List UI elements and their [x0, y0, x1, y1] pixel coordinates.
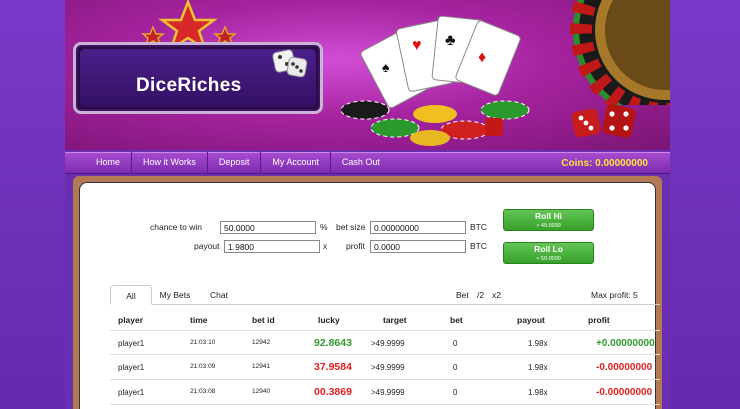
right-background: [670, 0, 740, 409]
svg-text:♠: ♠: [382, 59, 390, 75]
left-background: [0, 0, 65, 409]
cell-bet-id: 12940: [252, 388, 271, 395]
coins-label: Coins:: [561, 157, 593, 169]
cell-lucky: 37.9584: [314, 361, 352, 373]
profit-unit: BTC: [470, 241, 487, 251]
cell-profit: +0.00000000: [596, 338, 655, 349]
tabs-divider: [110, 304, 660, 305]
betsize-input[interactable]: [370, 221, 466, 234]
cell-target: >49.9999: [371, 363, 405, 372]
col-target: target: [383, 315, 407, 325]
poker-chips-icon: [340, 100, 530, 146]
cell-player: player1: [118, 339, 145, 348]
cell-player: player1: [118, 388, 145, 397]
payout-unit: x: [323, 241, 328, 251]
svg-text:♦: ♦: [478, 49, 486, 66]
nav-home[interactable]: Home: [65, 152, 133, 174]
cell-profit: -0.00000000: [596, 362, 653, 373]
col-lucky: lucky: [318, 315, 340, 325]
svg-text:♥: ♥: [412, 37, 422, 54]
cell-profit: -0.00000000: [596, 387, 653, 398]
cell-payout: 1.98x: [528, 339, 548, 348]
max-profit: Max profit: 5: [591, 290, 638, 300]
tab-my-bets[interactable]: My Bets: [158, 285, 192, 305]
col-profit: profit: [588, 315, 610, 325]
profit-label: profit: [346, 241, 365, 251]
row-divider: [110, 330, 660, 331]
cell-lucky: 92.8643: [314, 337, 352, 349]
cell-payout: 1.98x: [528, 363, 548, 372]
cell-time: 21:03:10: [190, 339, 216, 346]
col-bet-id: bet id: [252, 315, 275, 325]
row-divider: [110, 354, 660, 355]
tab-chat[interactable]: Chat: [200, 285, 238, 305]
coins-value: 0.00000000: [595, 157, 648, 169]
roll-hi-target: > 49.9999: [536, 223, 561, 229]
profit-input[interactable]: [370, 240, 466, 253]
roll-hi-button[interactable]: Roll Hi > 49.9999: [503, 209, 594, 231]
col-player: player: [118, 315, 144, 325]
roulette-wheel-icon: [570, 0, 670, 105]
cell-bet: 0: [453, 339, 458, 348]
chance-unit: %: [320, 222, 328, 232]
payout-input[interactable]: [224, 240, 320, 253]
brand-name: DiceRiches: [136, 75, 242, 96]
roll-lo-label: Roll Lo: [534, 244, 563, 254]
dice-panel: chance to win % bet size BTC payout x pr…: [79, 182, 660, 409]
cell-bet: 0: [453, 388, 458, 397]
cell-bet: 0: [453, 363, 458, 372]
page-wrapper: DiceRiches ♥ ♣ ♦ ♠ Home How it Works Dep…: [65, 0, 670, 409]
cell-payout: 1.98x: [528, 388, 548, 397]
betsize-unit: BTC: [470, 222, 487, 232]
bet-half-button[interactable]: /2: [477, 290, 484, 300]
coins-balance: Coins: 0.00000000: [561, 158, 648, 169]
dice-icon: [272, 49, 308, 78]
payout-label: payout: [194, 241, 220, 251]
nav-how-it-works[interactable]: How it Works: [132, 152, 208, 174]
bet-label: Bet: [456, 290, 469, 300]
betsize-label: bet size: [336, 222, 366, 232]
row-divider: [110, 404, 660, 405]
chance-input[interactable]: [220, 221, 316, 234]
cell-bet-id: 12941: [252, 363, 271, 370]
nav-cash-out[interactable]: Cash Out: [331, 152, 391, 174]
bet-double-button[interactable]: x2: [492, 290, 501, 300]
roll-lo-target: < 50.0000: [536, 256, 561, 262]
row-divider: [110, 379, 660, 380]
main-nav: Home How it Works Deposit My Account Cas…: [65, 152, 670, 174]
col-payout: payout: [517, 315, 545, 325]
col-bet: bet: [450, 315, 463, 325]
dice-icon: [571, 104, 636, 138]
svg-text:♣: ♣: [445, 32, 456, 49]
chance-label: chance to win: [150, 222, 202, 232]
roll-lo-button[interactable]: Roll Lo < 50.0000: [503, 242, 594, 264]
cell-target: >49.9999: [371, 339, 405, 348]
cell-target: >49.9999: [371, 388, 405, 397]
header-banner: DiceRiches ♥ ♣ ♦ ♠: [65, 0, 670, 150]
cell-time: 21:03:08: [190, 388, 216, 395]
nav-deposit[interactable]: Deposit: [208, 152, 262, 174]
nav-my-account[interactable]: My Account: [261, 152, 331, 174]
roll-hi-label: Roll Hi: [535, 211, 562, 221]
cell-time: 21:03:09: [190, 363, 216, 370]
cell-player: player1: [118, 363, 145, 372]
cell-bet-id: 12942: [252, 339, 271, 346]
col-time: time: [190, 315, 208, 325]
cell-lucky: 00.3869: [314, 386, 352, 398]
tab-all[interactable]: All: [110, 285, 152, 305]
